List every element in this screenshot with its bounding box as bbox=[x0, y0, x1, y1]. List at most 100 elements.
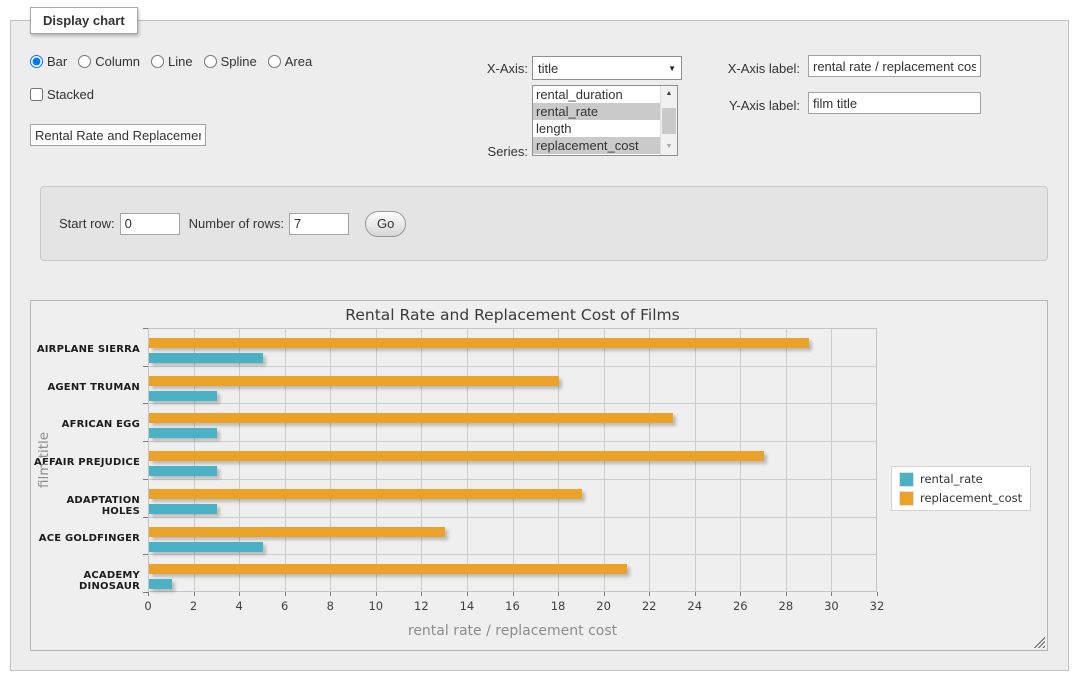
chart-title-input[interactable] bbox=[30, 124, 206, 146]
legend-label: rental_rate bbox=[920, 472, 983, 486]
radio-area[interactable]: Area bbox=[268, 54, 312, 69]
gridline-horizontal bbox=[148, 479, 877, 480]
x-axis-tick bbox=[649, 592, 650, 596]
y-axis-tick bbox=[143, 403, 148, 404]
scrollbar-thumb[interactable] bbox=[662, 108, 676, 134]
x-tick-label: 30 bbox=[816, 599, 846, 613]
gridline-vertical bbox=[831, 328, 832, 592]
start-row-input[interactable] bbox=[120, 213, 180, 235]
gridline-horizontal bbox=[148, 554, 877, 555]
display-chart-fieldset: Display chart Bar Column Line Spline Are… bbox=[10, 20, 1069, 671]
x-tick-label: 14 bbox=[452, 599, 482, 613]
row-controls-panel: Start row: Number of rows: Go bbox=[40, 186, 1048, 261]
legend-swatch bbox=[900, 473, 913, 486]
series-listbox-label: Series: bbox=[431, 144, 528, 159]
x-tick-label: 28 bbox=[771, 599, 801, 613]
series-option-replacement_cost[interactable]: replacement_cost bbox=[533, 137, 660, 154]
scroll-up-icon[interactable]: ▲ bbox=[661, 87, 677, 101]
series-option-length[interactable]: length bbox=[533, 120, 660, 137]
radio-spline[interactable]: Spline bbox=[204, 54, 257, 69]
radio-spline-label: Spline bbox=[221, 54, 257, 69]
x-tick-label: 6 bbox=[270, 599, 300, 613]
bar-replacement_cost bbox=[149, 489, 582, 499]
x-tick-label: 10 bbox=[361, 599, 391, 613]
bar-replacement_cost bbox=[149, 338, 809, 348]
y-axis-label-input[interactable] bbox=[808, 92, 981, 114]
x-axis-tick bbox=[376, 592, 377, 596]
bar-replacement_cost bbox=[149, 413, 673, 423]
chart-legend: rental_rate replacement_cost bbox=[891, 466, 1031, 511]
series-options: rental_durationrental_ratelengthreplacem… bbox=[533, 86, 660, 155]
x-axis-label-input[interactable] bbox=[808, 55, 981, 77]
x-tick-label: 26 bbox=[725, 599, 755, 613]
radio-spline-input[interactable] bbox=[204, 55, 217, 68]
x-axis-title: rental rate / replacement cost bbox=[148, 623, 877, 639]
gridline-horizontal bbox=[148, 366, 877, 367]
x-axis-tick bbox=[330, 592, 331, 596]
gridline-vertical bbox=[786, 328, 787, 592]
y-axis-tick bbox=[143, 441, 148, 442]
chevron-down-icon: ▼ bbox=[668, 64, 676, 73]
y-axis-tick bbox=[143, 328, 148, 329]
chart-title: Rental Rate and Replacement Cost of Film… bbox=[148, 306, 877, 324]
series-option-rental_rate[interactable]: rental_rate bbox=[533, 103, 660, 120]
x-axis-tick bbox=[421, 592, 422, 596]
x-axis-tick bbox=[695, 592, 696, 596]
y-axis-label-label: Y-Axis label: bbox=[691, 98, 800, 113]
bar-rental_rate bbox=[149, 579, 172, 589]
go-button[interactable]: Go bbox=[365, 211, 406, 237]
resize-handle-icon[interactable] bbox=[1033, 636, 1045, 648]
radio-area-label: Area bbox=[285, 54, 312, 69]
x-tick-label: 12 bbox=[406, 599, 436, 613]
x-tick-label: 20 bbox=[589, 599, 619, 613]
stacked-checkbox-item[interactable]: Stacked bbox=[30, 87, 94, 102]
radio-area-input[interactable] bbox=[268, 55, 281, 68]
x-tick-label: 4 bbox=[224, 599, 254, 613]
y-axis-tick bbox=[143, 366, 148, 367]
fieldset-legend-text: Display chart bbox=[43, 13, 125, 28]
radio-bar[interactable]: Bar bbox=[30, 54, 67, 69]
legend-label: replacement_cost bbox=[920, 491, 1022, 505]
x-tick-label: 18 bbox=[543, 599, 573, 613]
x-axis-select-value: title bbox=[538, 61, 558, 76]
bar-rental_rate bbox=[149, 428, 217, 438]
x-axis-tick bbox=[239, 592, 240, 596]
bar-rental_rate bbox=[149, 542, 263, 552]
radio-bar-label: Bar bbox=[47, 54, 67, 69]
stacked-label: Stacked bbox=[47, 87, 94, 102]
x-tick-label: 22 bbox=[634, 599, 664, 613]
radio-line-input[interactable] bbox=[151, 55, 164, 68]
y-axis-title: film title bbox=[35, 328, 53, 592]
chart-panel: Rental Rate and Replacement Cost of Film… bbox=[30, 300, 1048, 651]
radio-column[interactable]: Column bbox=[78, 54, 140, 69]
radio-column-label: Column bbox=[95, 54, 140, 69]
x-axis-tick bbox=[467, 592, 468, 596]
x-axis-tick bbox=[558, 592, 559, 596]
radio-column-input[interactable] bbox=[78, 55, 91, 68]
x-axis-select[interactable]: title ▼ bbox=[532, 56, 682, 80]
stacked-checkbox[interactable] bbox=[30, 88, 43, 101]
gridline-horizontal bbox=[148, 517, 877, 518]
gridline-horizontal bbox=[148, 403, 877, 404]
series-option-rental_duration[interactable]: rental_duration bbox=[533, 86, 660, 103]
x-tick-label: 32 bbox=[862, 599, 892, 613]
x-axis-tick bbox=[194, 592, 195, 596]
x-axis-tick bbox=[513, 592, 514, 596]
y-axis-tick bbox=[143, 554, 148, 555]
y-axis-tick bbox=[143, 517, 148, 518]
legend-swatch bbox=[900, 492, 913, 505]
y-axis-tick bbox=[143, 479, 148, 480]
series-listbox[interactable]: rental_durationrental_ratelengthreplacem… bbox=[532, 85, 678, 156]
x-axis-tick bbox=[877, 592, 878, 596]
chart-type-radio-group: Bar Column Line Spline Area bbox=[30, 54, 312, 69]
x-axis-tick bbox=[786, 592, 787, 596]
bar-rental_rate bbox=[149, 391, 217, 401]
num-rows-input[interactable] bbox=[289, 213, 349, 235]
series-scrollbar[interactable]: ▲ ▼ bbox=[660, 86, 677, 155]
radio-line[interactable]: Line bbox=[151, 54, 193, 69]
num-rows-label: Number of rows: bbox=[189, 216, 284, 231]
x-axis-tick bbox=[148, 592, 149, 596]
fieldset-legend: Display chart bbox=[30, 7, 138, 34]
radio-bar-input[interactable] bbox=[30, 55, 43, 68]
scroll-down-icon[interactable]: ▼ bbox=[661, 140, 677, 154]
